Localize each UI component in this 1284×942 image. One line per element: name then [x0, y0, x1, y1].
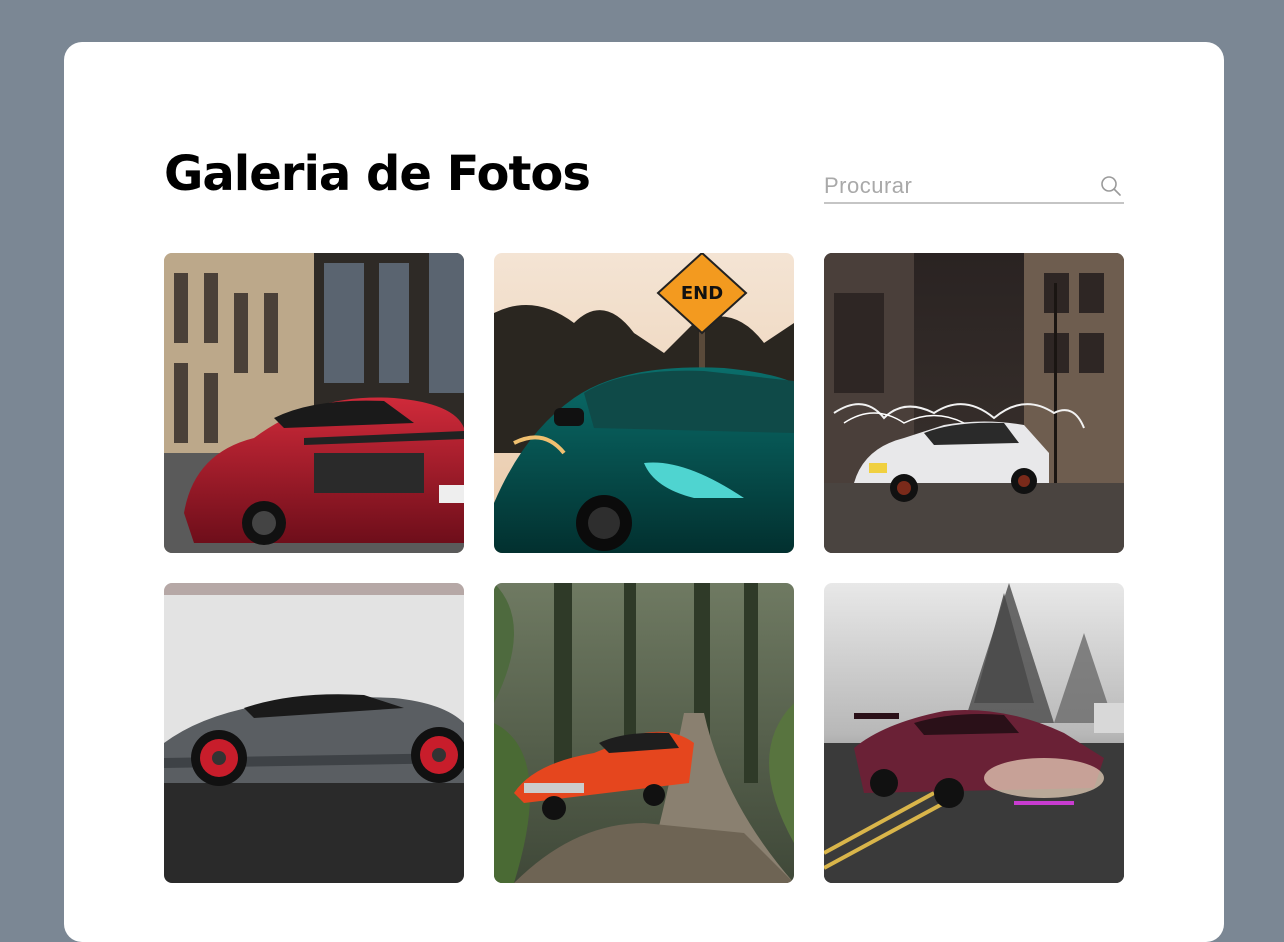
orange-classic-car-image [494, 583, 794, 883]
search-icon[interactable] [1100, 175, 1122, 197]
search-input[interactable] [824, 173, 1084, 199]
photo-red-sports-car[interactable] [164, 253, 464, 553]
end-sign-text: END [681, 283, 723, 304]
gallery-card: Galeria de Fotos Procurar END [64, 42, 1224, 942]
photo-teal-coupe[interactable]: END [494, 253, 794, 553]
photo-grid: END [164, 253, 1124, 883]
drift-car-fog-image [824, 583, 1124, 883]
gray-supercar-image [164, 583, 464, 883]
photo-orange-classic-car[interactable] [494, 583, 794, 883]
search-bar [824, 170, 1124, 204]
photo-drift-car-fog[interactable] [824, 583, 1124, 883]
page-title: Galeria de Fotos [164, 146, 591, 202]
photo-white-muscle-car[interactable] [824, 253, 1124, 553]
teal-coupe-image: END [494, 253, 794, 553]
white-muscle-car-image [824, 253, 1124, 553]
red-sports-car-image [164, 253, 464, 553]
photo-gray-supercar[interactable] [164, 583, 464, 883]
